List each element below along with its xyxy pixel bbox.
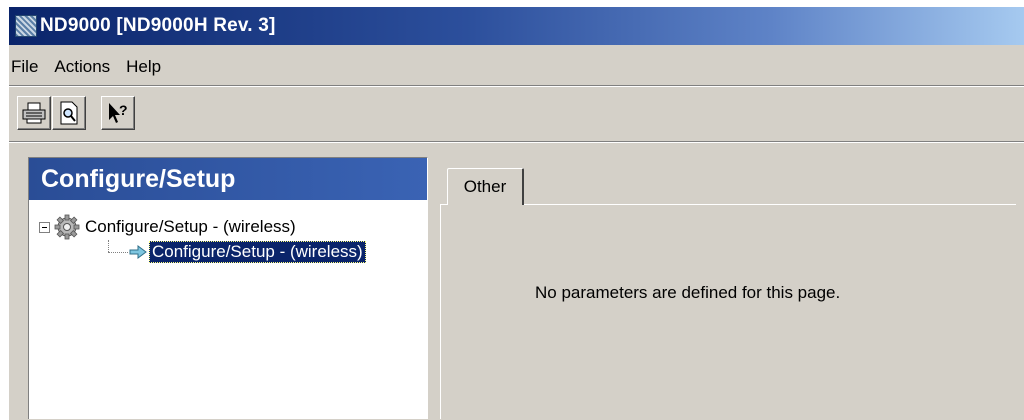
print-preview-icon: [60, 101, 78, 125]
print-button[interactable]: [17, 96, 51, 130]
menu-actions[interactable]: Actions: [46, 53, 118, 81]
tree-item-root[interactable]: Configure/Setup - (wireless): [39, 214, 296, 240]
menubar-divider: [9, 85, 1024, 87]
context-help-icon: ?: [109, 102, 128, 123]
menu-file[interactable]: File: [9, 53, 46, 81]
tree-connector: [108, 252, 128, 253]
menu-help[interactable]: Help: [118, 53, 169, 81]
tree-connector: [108, 240, 109, 252]
tree-item-root-label: Configure/Setup - (wireless): [85, 217, 296, 236]
window-title: ND9000 [ND9000H Rev. 3]: [40, 15, 276, 36]
collapse-icon[interactable]: [39, 221, 50, 233]
svg-text:?: ?: [119, 102, 128, 118]
tab-content-panel: [440, 204, 1016, 419]
panel-title: Configure/Setup: [29, 158, 427, 200]
toolbar-divider: [9, 141, 1024, 143]
no-parameters-message: No parameters are defined for this page.: [535, 283, 841, 302]
tree-panel: Configure/Setup Configure/Setup - (wirel…: [28, 157, 428, 419]
print-preview-button[interactable]: [52, 96, 86, 130]
toolbar: ?: [11, 91, 191, 135]
tree-item-child[interactable]: Configure/Setup - (wireless): [129, 241, 366, 263]
tab-other[interactable]: Other: [447, 168, 524, 205]
title-bar[interactable]: ND9000 [ND9000H Rev. 3]: [9, 7, 1024, 45]
app-icon: [15, 15, 37, 37]
menu-bar: File Actions Help: [9, 51, 169, 83]
context-help-button[interactable]: ?: [101, 96, 135, 130]
arrow-right-icon: [129, 245, 147, 259]
tree-item-child-label: Configure/Setup - (wireless): [149, 241, 366, 263]
gear-icon: [54, 214, 80, 240]
print-icon: [22, 102, 46, 124]
